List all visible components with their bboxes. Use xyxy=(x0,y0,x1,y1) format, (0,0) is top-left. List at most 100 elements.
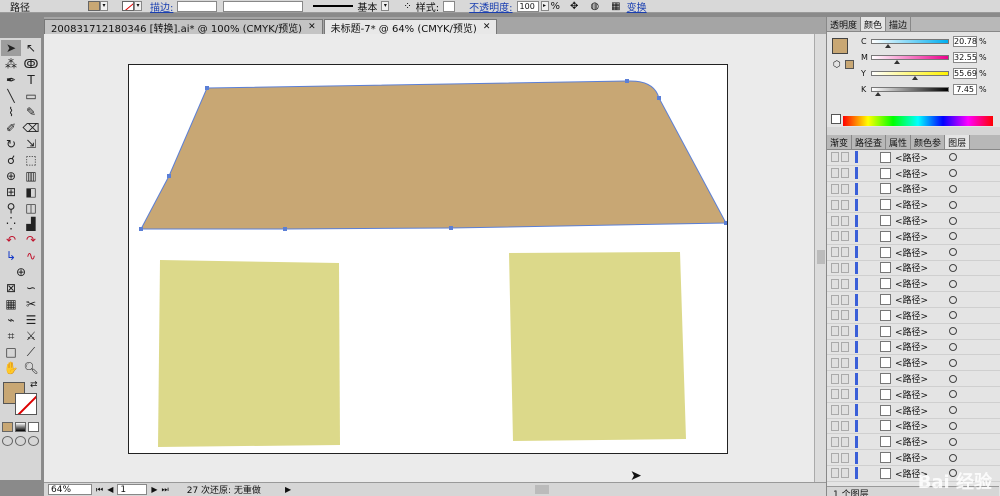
anchor-point[interactable] xyxy=(657,96,661,100)
target-circle-icon[interactable] xyxy=(949,342,957,351)
visibility-toggle[interactable] xyxy=(831,199,839,210)
target-circle-icon[interactable] xyxy=(949,184,957,193)
target-circle-icon[interactable] xyxy=(949,311,957,320)
visibility-toggle[interactable] xyxy=(831,262,839,273)
direct-selection-tool-icon[interactable]: ↖ xyxy=(21,40,41,56)
swap-icon[interactable]: ⇄ xyxy=(30,380,38,390)
target-circle-icon[interactable] xyxy=(949,327,957,336)
lock-toggle[interactable] xyxy=(841,326,849,337)
crosshair-tool-icon[interactable]: ⊕ xyxy=(1,264,41,280)
visibility-toggle[interactable] xyxy=(831,183,839,194)
target-circle-icon[interactable] xyxy=(949,421,957,430)
lock-toggle[interactable] xyxy=(841,294,849,305)
cube-icon[interactable]: ⬡ xyxy=(833,60,841,70)
visibility-toggle[interactable] xyxy=(831,294,839,305)
magic-wand-tool-icon[interactable]: ⁂ xyxy=(1,56,21,72)
target-circle-icon[interactable] xyxy=(949,248,957,257)
right-window-shape[interactable] xyxy=(509,252,686,441)
list-tool-icon[interactable]: ☰ xyxy=(21,312,41,328)
layer-name[interactable]: <路径> xyxy=(895,151,945,164)
anchor-point[interactable] xyxy=(283,227,287,231)
visibility-toggle[interactable] xyxy=(831,373,839,384)
horizontal-scroll-thumb[interactable] xyxy=(535,485,550,494)
layer-row[interactable]: <路径> xyxy=(827,166,1000,182)
scissors-tool-icon[interactable]: ✂ xyxy=(21,296,41,312)
canvas-area[interactable]: ➤ xyxy=(44,34,814,482)
lock-toggle[interactable] xyxy=(841,468,849,479)
lock-toggle[interactable] xyxy=(841,247,849,258)
layer-row[interactable]: <路径> xyxy=(827,276,1000,293)
target-circle-icon[interactable] xyxy=(949,374,957,383)
color-mode-icon[interactable] xyxy=(2,422,13,432)
target-circle-icon[interactable] xyxy=(949,200,957,209)
tab-stroke[interactable]: 描边 xyxy=(886,17,912,31)
visibility-toggle[interactable] xyxy=(831,405,839,416)
anchor-point[interactable] xyxy=(139,227,143,231)
tab-color[interactable]: 颜色 xyxy=(861,17,887,31)
mesh-tool-icon[interactable]: ⊞ xyxy=(1,184,21,200)
close-icon[interactable]: ✕ xyxy=(483,22,491,32)
free-transform-tool-icon[interactable]: ⬚ xyxy=(21,152,41,168)
transform-link[interactable]: 变换 xyxy=(627,0,647,14)
stroke-swatch[interactable] xyxy=(122,1,134,11)
smooth-tool-red-icon[interactable]: ↷ xyxy=(21,232,41,248)
anchor-point[interactable] xyxy=(449,226,453,230)
visibility-toggle[interactable] xyxy=(831,168,839,179)
magenta-slider[interactable]: M 32.55% xyxy=(861,51,987,64)
zoom-tool-icon[interactable]: 🔍︎ xyxy=(21,360,41,376)
lock-toggle[interactable] xyxy=(841,452,849,463)
visibility-toggle[interactable] xyxy=(831,468,839,479)
hand-tool-icon[interactable]: ✋ xyxy=(1,360,21,376)
left-window-shape[interactable] xyxy=(158,260,340,447)
layer-row[interactable]: <路径> xyxy=(827,387,1000,403)
variable-width-field[interactable] xyxy=(223,0,304,12)
lock-toggle[interactable] xyxy=(841,183,849,194)
lock-toggle[interactable] xyxy=(841,215,849,226)
target-circle-icon[interactable] xyxy=(949,453,957,462)
style-label[interactable]: 样式: xyxy=(416,0,439,14)
target-circle-icon[interactable] xyxy=(949,295,957,304)
warp-tool-icon[interactable]: ☌ xyxy=(1,152,21,168)
artwork-svg[interactable] xyxy=(129,65,728,454)
lock-toggle[interactable] xyxy=(841,420,849,431)
anchor-point[interactable] xyxy=(625,79,629,83)
lock-toggle[interactable] xyxy=(841,310,849,321)
target-circle-icon[interactable] xyxy=(949,437,957,446)
layer-name[interactable]: <路径> xyxy=(895,372,945,385)
eraser-tool-icon[interactable]: ⌫ xyxy=(21,120,41,136)
lock-toggle[interactable] xyxy=(841,357,849,368)
layer-row[interactable]: <路径> xyxy=(827,292,1000,308)
target-circle-icon[interactable] xyxy=(949,406,957,415)
artboard-tool-icon[interactable]: ⊠ xyxy=(1,280,21,296)
layer-row[interactable]: <路径> xyxy=(827,308,1000,324)
perspective-grid-tool-icon[interactable]: ▥ xyxy=(21,168,41,184)
layer-name[interactable]: <路径> xyxy=(895,325,945,338)
none-color-box[interactable] xyxy=(831,114,841,124)
visibility-toggle[interactable] xyxy=(831,420,839,431)
visibility-toggle[interactable] xyxy=(831,310,839,321)
lock-toggle[interactable] xyxy=(841,373,849,384)
layer-name[interactable]: <路径> xyxy=(895,261,945,274)
layer-row[interactable]: <路径> xyxy=(827,245,1000,261)
column-graph-tool-icon[interactable]: ▟ xyxy=(21,216,41,232)
crop-tool-icon[interactable]: ⌗ xyxy=(1,328,21,344)
lock-toggle[interactable] xyxy=(841,436,849,447)
zoom-field[interactable]: 64% xyxy=(48,484,92,495)
cyan-slider[interactable]: C 20.78% xyxy=(861,35,987,48)
path-tool-icon[interactable]: ⌁ xyxy=(1,312,21,328)
black-slider[interactable]: K 7.45% xyxy=(861,83,987,96)
layer-row[interactable]: <路径> xyxy=(827,261,1000,277)
layer-name[interactable]: <路径> xyxy=(895,167,945,180)
visibility-toggle[interactable] xyxy=(831,215,839,226)
visibility-toggle[interactable] xyxy=(831,278,839,289)
lock-toggle[interactable] xyxy=(841,389,849,400)
anchor-point[interactable] xyxy=(724,221,728,225)
visibility-toggle[interactable] xyxy=(831,452,839,463)
style-swatch[interactable] xyxy=(443,0,456,12)
gradient-mode-icon[interactable] xyxy=(15,422,26,432)
tab-color-guide[interactable]: 颜色参 xyxy=(911,135,946,149)
first-page-icon[interactable]: ⏮ xyxy=(96,485,103,495)
shape-builder-tool-icon[interactable]: ⊕ xyxy=(1,168,21,184)
layer-name[interactable]: <路径> xyxy=(895,340,945,353)
target-circle-icon[interactable] xyxy=(949,263,957,272)
